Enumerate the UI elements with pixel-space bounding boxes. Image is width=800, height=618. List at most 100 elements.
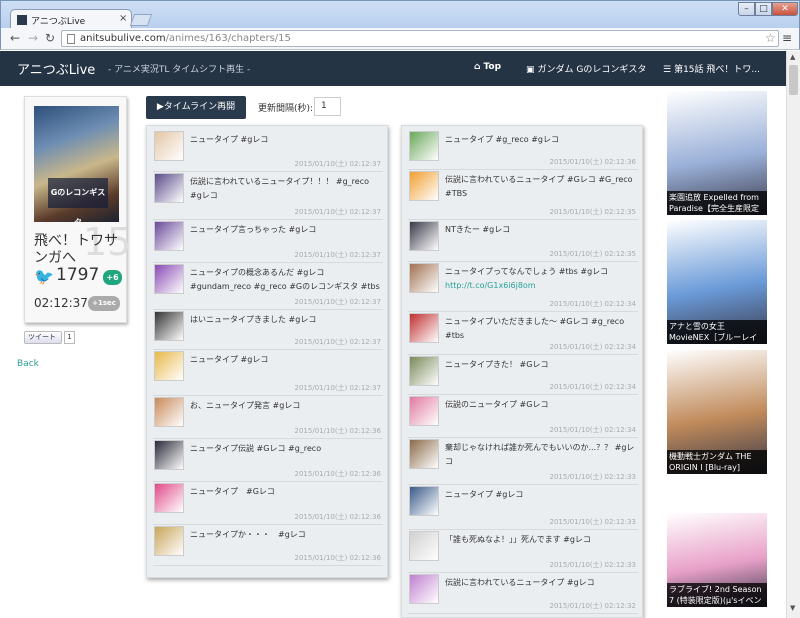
address-bar[interactable]: anitsubulive.com/animes/163/chapters/15 … [61,30,779,47]
tweet-text: ニュータイプ伝説 #Gレコ #g_reco [190,444,322,453]
tweet-item: NTきたー #gレコ 2015/01/10(土) 02:12:35 [408,221,638,262]
tweet-timestamp: 2015/01/10(土) 02:12:35 [549,208,636,216]
tweet-item: ニュータイプいただきました～ #Gレコ #g_reco #tbs 2015/01/… [408,313,638,355]
user-avatar[interactable] [409,263,439,293]
browser-toolbar: ← → ↻ anitsubulive.com/animes/163/chapte… [0,28,800,50]
tweet-timestamp: 2015/01/10(土) 02:12:36 [294,470,381,478]
bookmark-star-icon[interactable]: ☆ [765,31,776,45]
close-window-button[interactable]: ✕ [772,2,798,16]
tweet-button[interactable]: ツイート [24,331,62,344]
user-avatar[interactable] [409,356,439,386]
new-tab-button[interactable] [129,14,153,26]
episode-info-card: Gのレコンギスタ 15 飛べ！トワサンガへ 🐦 1797 +6 02:12:37… [24,96,131,323]
tweet-text: ニュータイプきた！ #Gレコ [445,360,549,369]
user-avatar[interactable] [154,483,184,513]
ad-caption: 機動戦士ガンダム THE ORIGIN I [Blu-ray] [667,450,767,474]
tweet-timestamp: 2015/01/10(土) 02:12:32 [549,602,636,610]
user-avatar[interactable] [154,351,184,381]
page-scrollbar[interactable]: ▲ ▼ [786,51,800,618]
ad-item[interactable]: 楽園追放 Expelled from Paradise【完全生産限定 [667,91,767,215]
brand-logo[interactable]: アニつぶLive [17,59,95,78]
user-avatar[interactable] [154,264,184,294]
tweet-timestamp: 2015/01/10(土) 02:12:36 [294,427,381,435]
user-avatar[interactable] [409,396,439,426]
tweet-timestamp: 2015/01/10(土) 02:12:34 [549,426,636,434]
user-avatar[interactable] [409,439,439,469]
user-avatar[interactable] [154,397,184,427]
scroll-up-arrow-icon[interactable]: ▲ [790,53,795,61]
user-avatar[interactable] [409,486,439,516]
tweet-item: 棄却じゃなければ誰か死んでもいいのか...？？ #gレコ 2015/01/10(土… [408,439,638,485]
user-avatar[interactable] [409,171,439,201]
favicon-icon [17,15,27,25]
tweet-item: お、ニュータイプ発言 #gレコ 2015/01/10(土) 02:12:36 [153,397,383,439]
scroll-down-arrow-icon[interactable]: ▼ [790,604,795,612]
tweet-timestamp: 2015/01/10(土) 02:12:33 [549,518,636,526]
tweet-text: ニュータイプってなんでしょう #tbs #gレコ http://t.co/G1x6… [445,267,609,290]
tweet-text: 伝説に言われているニュータイプ！！！ #g_reco #gレコ [190,177,370,200]
minimize-button[interactable]: – [738,2,755,16]
tweet-text: ニュータイプいただきました～ #Gレコ #g_reco #tbs [445,317,625,340]
tweet-button-label: ツイート [28,333,56,341]
tweet-item: ニュータイプ言っちゃった #gレコ 2015/01/10(土) 02:12:37 [153,221,383,263]
nav-chapter-label: 第15話 飛べ！トワ... [674,65,760,75]
user-avatar[interactable] [154,221,184,251]
user-avatar[interactable] [409,531,439,561]
ad-caption: 楽園追放 Expelled from Paradise【完全生産限定 [667,191,767,215]
url-text[interactable]: anitsubulive.com/animes/163/chapters/15 [80,33,291,44]
forward-arrow-icon[interactable]: → [28,31,38,45]
tweet-item: ニュータイプ #gレコ 2015/01/10(土) 02:12:33 [408,486,638,530]
user-avatar[interactable] [154,173,184,203]
tab-close-icon[interactable]: × [119,13,127,24]
tweet-text: ニュータイプの概念あるんだ #gレコ #gundam_reco #g_reco … [190,268,380,291]
user-avatar[interactable] [409,221,439,251]
nav-chapter-link[interactable]: ☰ 第15話 飛べ！トワ... [663,62,760,75]
browser-tab[interactable]: アニつぶLive × [10,9,132,30]
plus-one-second-button[interactable]: +1sec [88,296,120,311]
user-avatar[interactable] [154,526,184,556]
interval-label: 更新間隔(秒): [258,104,314,114]
tweet-timestamp: 2015/01/10(土) 02:12:34 [549,343,636,351]
ad-item[interactable]: ラブライブ! 2nd Season 7 (特装限定版)(μ'sイベン [667,513,767,607]
tweet-count: 1797 [56,265,100,285]
tweet-timestamp: 2015/01/10(土) 02:12:37 [294,160,381,168]
tweet-item: 伝説に言われているニュータイプ #gレコ 2015/01/10(土) 02:12:… [408,574,638,614]
reload-icon[interactable]: ↻ [45,31,55,45]
user-avatar[interactable] [154,311,184,341]
tweet-timestamp: 2015/01/10(土) 02:12:37 [294,298,381,306]
tweet-text: ニュータイプ #gレコ [190,355,269,364]
menu-icon[interactable]: ≡ [782,31,792,45]
tweet-timestamp: 2015/01/10(土) 02:12:36 [294,513,381,521]
user-avatar[interactable] [154,131,184,161]
timeline-column-right: ニュータイプ #g_reco #gレコ 2015/01/10(土) 02:12:3… [401,125,643,618]
scrollbar-thumb[interactable] [789,65,798,95]
list-icon: ☰ [663,65,672,75]
tab-title: アニつぶLive [31,17,86,27]
tweet-text: 「誰も死ぬなよ！」」死んでます #gレコ [445,535,591,544]
back-link[interactable]: Back [17,359,39,369]
tweet-timestamp: 2015/01/10(土) 02:12:34 [549,300,636,308]
browser-titlebar: アニつぶLive × – □ ✕ [0,0,800,30]
tweet-item: 伝説に言われているニュータイプ！！！ #g_reco #gレコ 2015/01/1… [153,173,383,220]
resume-timeline-button[interactable]: ▶タイムライン再開 [146,96,246,119]
nav-anime-link[interactable]: ▣ ガンダム Gのレコンギスタ [526,62,646,75]
user-avatar[interactable] [154,440,184,470]
nav-top-link[interactable]: ⌂ Top [474,62,501,72]
ad-item[interactable]: アナと雪の女王 MovieNEX［ブルーレイ [667,220,767,344]
tweet-link[interactable]: http://t.co/G1x6i6j8om [445,281,536,290]
back-arrow-icon[interactable]: ← [10,31,20,45]
tweet-timestamp: 2015/01/10(土) 02:12:33 [549,561,636,569]
twitter-bird-icon: 🐦 [34,267,54,286]
user-avatar[interactable] [409,574,439,604]
tweet-text: 伝説に言われているニュータイプ #Gレコ #G_reco #TBS [445,175,633,198]
interval-input[interactable]: 1 [314,97,341,116]
tweet-item: ニュータイプ伝説 #Gレコ #g_reco 2015/01/10(土) 02:12… [153,440,383,482]
tweet-item: ニュータイプ #g_reco #gレコ 2015/01/10(土) 02:12:3… [408,131,638,170]
user-avatar[interactable] [409,313,439,343]
ad-item[interactable]: 機動戦士ガンダム THE ORIGIN I [Blu-ray] [667,350,767,474]
tweet-timestamp: 2015/01/10(土) 02:12:37 [294,208,381,216]
user-avatar[interactable] [409,131,439,161]
tweet-item: 伝説に言われているニュータイプ #Gレコ #G_reco #TBS 2015/01… [408,171,638,220]
tweet-timestamp: 2015/01/10(土) 02:12:34 [549,383,636,391]
maximize-button[interactable]: □ [755,2,772,16]
